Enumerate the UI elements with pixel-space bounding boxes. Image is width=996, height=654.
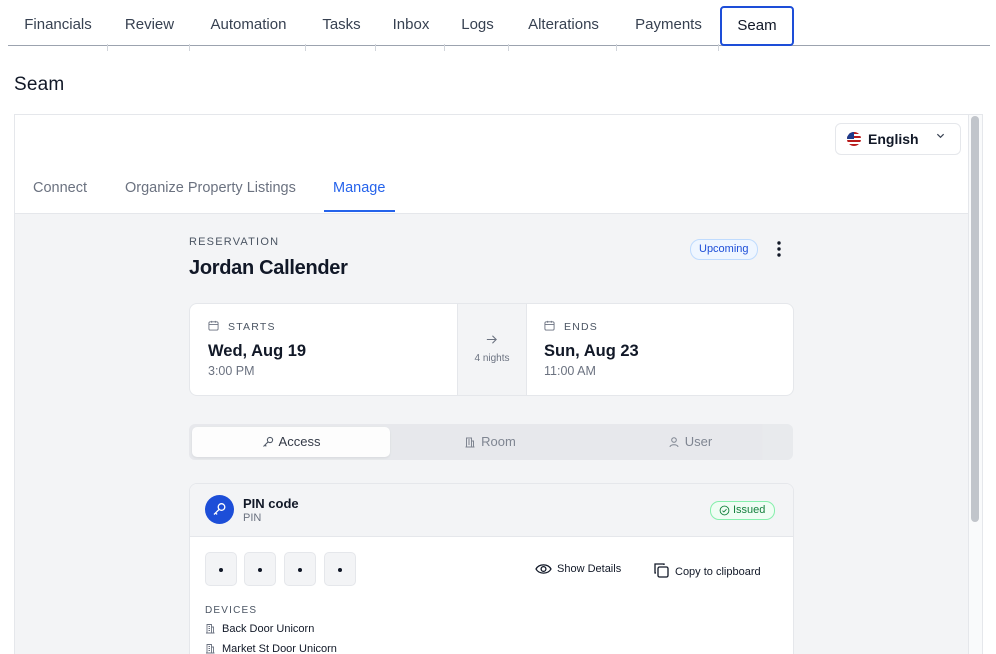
eye-icon: [535, 564, 552, 574]
device-name: Market St Door Unicorn: [222, 643, 337, 654]
nights-divider: 4 nights: [457, 304, 527, 395]
end-time: 11:00 AM: [544, 364, 596, 378]
subtab-bar: Connect Organize Property Listings Manag…: [15, 175, 969, 214]
subtab-manage[interactable]: Manage: [333, 180, 385, 196]
start-time: 3:00 PM: [208, 364, 255, 378]
end-date: Sun, Aug 23: [544, 342, 639, 360]
pin-digit: [244, 552, 276, 586]
copy-label: Copy to clipboard: [675, 566, 761, 578]
key-icon: [262, 436, 273, 447]
pin-digit: [324, 552, 356, 586]
subtab-organize-property-listings[interactable]: Organize Property Listings: [125, 180, 296, 196]
access-card: PIN code PIN Issued Show Details Copy to…: [189, 483, 794, 654]
building-icon: [465, 437, 475, 448]
status-badge: Upcoming: [690, 239, 758, 260]
segment-tabs: Access Room User: [189, 424, 793, 460]
pin-digit: [205, 552, 237, 586]
lock-device-icon: [206, 624, 215, 634]
segment-room-label: Room: [481, 434, 516, 449]
tab-inbox[interactable]: Inbox: [377, 6, 445, 51]
start-date-block: STARTS Wed, Aug 19 3:00 PM: [190, 304, 457, 395]
segment-access-label: Access: [278, 434, 321, 449]
end-date-block: ENDS Sun, Aug 23 11:00 AM: [526, 304, 793, 395]
reservation-label: RESERVATION: [189, 236, 280, 248]
tab-review[interactable]: Review: [109, 6, 190, 51]
top-tab-bar: Financials Review Automation Tasks Inbox…: [8, 0, 990, 51]
device-item: Market St Door Unicorn: [205, 643, 337, 654]
calendar-icon: [544, 320, 555, 331]
seam-panel: English Connect Organize Property Listin…: [14, 114, 983, 654]
issued-badge: Issued: [710, 501, 776, 520]
subtab-connect[interactable]: Connect: [33, 180, 87, 196]
scrollbar-thumb[interactable]: [971, 116, 979, 522]
arrow-right-icon: [486, 335, 497, 344]
show-details-label: Show Details: [557, 563, 622, 575]
access-card-header: PIN code PIN Issued: [190, 484, 793, 537]
us-flag-icon: [847, 132, 861, 146]
copy-to-clipboard-button[interactable]: Copy to clipboard: [653, 562, 761, 579]
device-item: Back Door Unicorn: [205, 623, 314, 635]
device-name: Back Door Unicorn: [222, 623, 315, 635]
calendar-icon: [208, 320, 219, 331]
language-select[interactable]: English: [835, 123, 961, 155]
starts-caption: STARTS: [228, 321, 276, 333]
issued-label: Issued: [733, 504, 766, 516]
guest-name: Jordan Callender: [189, 257, 348, 279]
check-circle-icon: [719, 505, 730, 516]
user-icon: [669, 437, 679, 448]
tab-automation[interactable]: Automation: [191, 6, 306, 51]
start-date: Wed, Aug 19: [208, 342, 307, 360]
show-details-button[interactable]: Show Details: [535, 562, 621, 576]
tab-alterations[interactable]: Alterations: [510, 6, 617, 51]
segment-room[interactable]: Room: [390, 427, 590, 457]
pin-digit: [284, 552, 316, 586]
manage-content: RESERVATION Jordan Callender Upcoming ST…: [15, 214, 969, 654]
pin-key-icon: [205, 495, 234, 524]
lock-device-icon: [206, 644, 215, 654]
reservation-dates: STARTS Wed, Aug 19 3:00 PM 4 nights ENDS…: [189, 303, 794, 396]
devices-label: DEVICES: [205, 605, 258, 616]
ends-caption: ENDS: [564, 321, 598, 333]
segment-access[interactable]: Access: [192, 427, 390, 457]
more-options-icon[interactable]: [773, 240, 785, 258]
tab-logs[interactable]: Logs: [446, 6, 509, 51]
chevron-down-icon: [936, 133, 945, 139]
access-subtitle: PIN: [243, 512, 262, 524]
segment-user[interactable]: User: [590, 427, 790, 457]
active-subtab-indicator: [324, 210, 395, 212]
tab-tasks[interactable]: Tasks: [307, 6, 376, 51]
page-title: Seam: [14, 74, 65, 95]
language-label: English: [868, 131, 919, 147]
tab-seam[interactable]: Seam: [720, 6, 794, 46]
nights-count: 4 nights: [474, 353, 510, 364]
access-title: PIN code: [243, 496, 299, 511]
tab-financials[interactable]: Financials: [8, 6, 108, 51]
segment-user-label: User: [684, 434, 713, 449]
copy-icon: [654, 563, 669, 578]
tab-payments[interactable]: Payments: [618, 6, 719, 51]
